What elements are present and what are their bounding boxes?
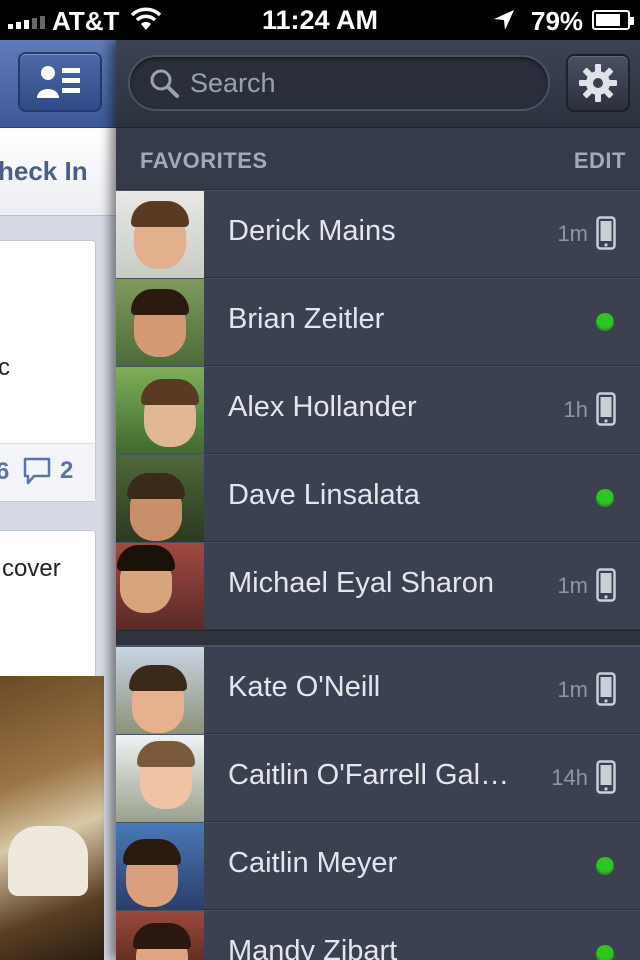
contact-row[interactable]: Mandy Zibart: [116, 910, 640, 960]
chat-sidebar: FAVORITES EDIT Derick Mains 1m Brian Zeitl…: [116, 40, 640, 960]
location-arrow-icon: [492, 8, 516, 37]
contact-name: Michael Eyal Sharon: [228, 567, 494, 599]
avatar: [116, 647, 204, 734]
avatar: [116, 543, 204, 630]
mobile-phone-icon: [596, 672, 616, 706]
comment-count: 2: [60, 457, 74, 484]
contact-row[interactable]: Michael Eyal Sharon 1m: [116, 542, 640, 630]
story-text: c: [0, 354, 10, 381]
contact-row[interactable]: Caitlin O'Farrell Gal… 14h: [116, 734, 640, 822]
edit-button[interactable]: EDIT: [574, 148, 626, 174]
mobile-phone-icon: [596, 568, 616, 602]
contact-row[interactable]: Derick Mains 1m: [116, 190, 640, 278]
avatar: [116, 279, 204, 366]
battery-percent: 79%: [531, 6, 584, 36]
contact-row[interactable]: Dave Linsalata: [116, 454, 640, 542]
mobile-phone-icon: [596, 392, 616, 426]
gear-icon: [579, 64, 617, 102]
contacts-list: Kate O'Neill 1m Caitlin O'Farrell Gal… 14h C…: [116, 646, 640, 960]
contact-row[interactable]: Alex Hollander 1h: [116, 366, 640, 454]
online-status-dot: [596, 313, 614, 331]
online-status-dot: [596, 945, 614, 960]
last-active-time: 14h: [551, 765, 588, 790]
last-active-time: 1m: [557, 677, 588, 702]
contact-name: Caitlin Meyer: [228, 847, 398, 879]
friends-button[interactable]: [18, 52, 102, 112]
status-bar: AT&T 11:24 AM 79%: [0, 0, 640, 40]
contact-name: Mandy Zibart: [228, 935, 398, 960]
contact-name: Caitlin O'Farrell Gal…: [228, 759, 510, 791]
favorites-list: Derick Mains 1m Brian Zeitler Alex Hollande…: [116, 190, 640, 646]
story-text: cover: [2, 555, 61, 582]
feed-story[interactable]: c 6 2: [0, 240, 96, 502]
contact-name: Derick Mains: [228, 215, 396, 247]
avatar: [116, 735, 204, 822]
settings-button[interactable]: [566, 54, 630, 112]
contact-row[interactable]: Caitlin Meyer: [116, 822, 640, 910]
last-active-time: 1m: [557, 573, 588, 598]
like-count[interactable]: 6: [0, 458, 9, 486]
comment-bubble-icon: [23, 457, 51, 485]
search-icon: [150, 69, 179, 98]
last-active-time: 1h: [563, 397, 588, 422]
contact-name: Dave Linsalata: [228, 479, 420, 511]
avatar: [116, 823, 204, 910]
search-input[interactable]: [190, 65, 530, 101]
online-status-dot: [596, 489, 614, 507]
favorites-header: FAVORITES EDIT: [116, 128, 640, 190]
battery-fill: [596, 14, 620, 26]
contact-name: Brian Zeitler: [228, 303, 385, 335]
contact-row[interactable]: Brian Zeitler: [116, 278, 640, 366]
mobile-phone-icon: [596, 216, 616, 250]
avatar: [116, 911, 204, 960]
comment-button[interactable]: 2: [22, 456, 73, 486]
feed-story[interactable]: cover: [0, 530, 96, 680]
avatar: [116, 455, 204, 542]
section-title: FAVORITES: [140, 148, 268, 173]
story-photo[interactable]: [0, 676, 104, 960]
online-status-dot: [596, 857, 614, 875]
battery-icon: [592, 10, 634, 30]
mobile-phone-icon: [596, 760, 616, 794]
list-divider: [116, 630, 640, 646]
avatar: [116, 367, 204, 454]
last-active-time: 1m: [557, 221, 588, 246]
contact-name: Kate O'Neill: [228, 671, 381, 703]
contact-name: Alex Hollander: [228, 391, 417, 423]
sidebar-header: [116, 40, 640, 128]
story-footer: 6 2: [0, 443, 95, 501]
check-in-button[interactable]: heck In: [0, 156, 88, 187]
avatar: [116, 191, 204, 278]
contact-row[interactable]: Kate O'Neill 1m: [116, 646, 640, 734]
friends-list-icon: [37, 66, 80, 98]
search-box[interactable]: [128, 55, 550, 111]
